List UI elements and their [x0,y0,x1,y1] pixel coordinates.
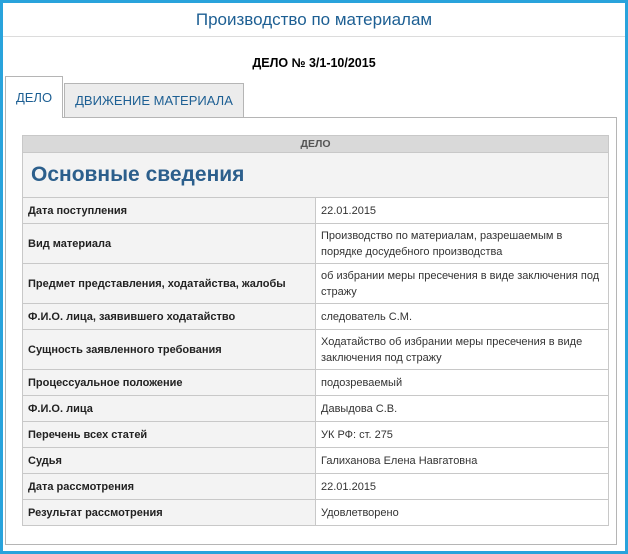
section-title: Основные сведения [22,152,609,198]
table-row: Сущность заявленного требования Ходатайс… [22,329,609,370]
row-label: Дата поступления [22,197,316,224]
page-title: Производство по материалам [195,9,433,29]
row-value: УК РФ: ст. 275 [315,421,609,448]
table-row: Перечень всех статей УК РФ: ст. 275 [22,421,609,448]
table-row: Вид материала Производство по материалам… [22,223,609,264]
case-number: ДЕЛО № 3/1-10/2015 [252,56,376,70]
row-value: Ходатайство об избрании меры пресечения … [315,329,609,370]
row-value: Производство по материалам, разрешаемым … [315,223,609,264]
tab-material-movement[interactable]: ДВИЖЕНИЕ МАТЕРИАЛА [64,83,244,118]
row-label: Предмет представления, ходатайства, жало… [22,263,316,304]
case-info-table: ДЕЛО Основные сведения Дата поступления … [22,135,609,526]
row-label: Результат рассмотрения [22,499,316,526]
row-value: 22.01.2015 [315,197,609,224]
row-value: Удовлетворено [315,499,609,526]
table-row: Дата поступления 22.01.2015 [22,197,609,224]
row-label: Ф.И.О. лица, заявившего ходатайство [22,303,316,330]
page-frame: Производство по материалам ДЕЛО № 3/1-10… [0,0,628,554]
row-label: Перечень всех статей [22,421,316,448]
row-label: Вид материала [22,223,316,264]
row-label: Сущность заявленного требования [22,329,316,370]
row-value: Галиханова Елена Навгатовна [315,447,609,474]
tab-bar: ДЕЛО ДВИЖЕНИЕ МАТЕРИАЛА [5,76,244,118]
page-header: Производство по материалам [3,3,625,37]
row-value: подозреваемый [315,369,609,396]
row-value: следователь С.М. [315,303,609,330]
row-value: об избрании меры пресечения в виде заклю… [315,263,609,304]
table-row: Дата рассмотрения 22.01.2015 [22,473,609,500]
row-label: Дата рассмотрения [22,473,316,500]
table-row: Результат рассмотрения Удовлетворено [22,499,609,526]
table-row: Ф.И.О. лица, заявившего ходатайство след… [22,303,609,330]
table-caption: ДЕЛО [22,135,609,153]
table-row: Ф.И.О. лица Давыдова С.В. [22,395,609,422]
tab-case[interactable]: ДЕЛО [5,76,63,118]
row-label: Ф.И.О. лица [22,395,316,422]
table-row: Процессуальное положение подозреваемый [22,369,609,396]
section-title-row: Основные сведения [22,152,609,198]
table-caption-row: ДЕЛО [22,135,609,153]
row-label: Процессуальное положение [22,369,316,396]
row-value: 22.01.2015 [315,473,609,500]
row-label: Судья [22,447,316,474]
table-row: Предмет представления, ходатайства, жало… [22,263,609,304]
table-row: Судья Галиханова Елена Навгатовна [22,447,609,474]
row-value: Давыдова С.В. [315,395,609,422]
tab-panel-border [63,117,617,118]
